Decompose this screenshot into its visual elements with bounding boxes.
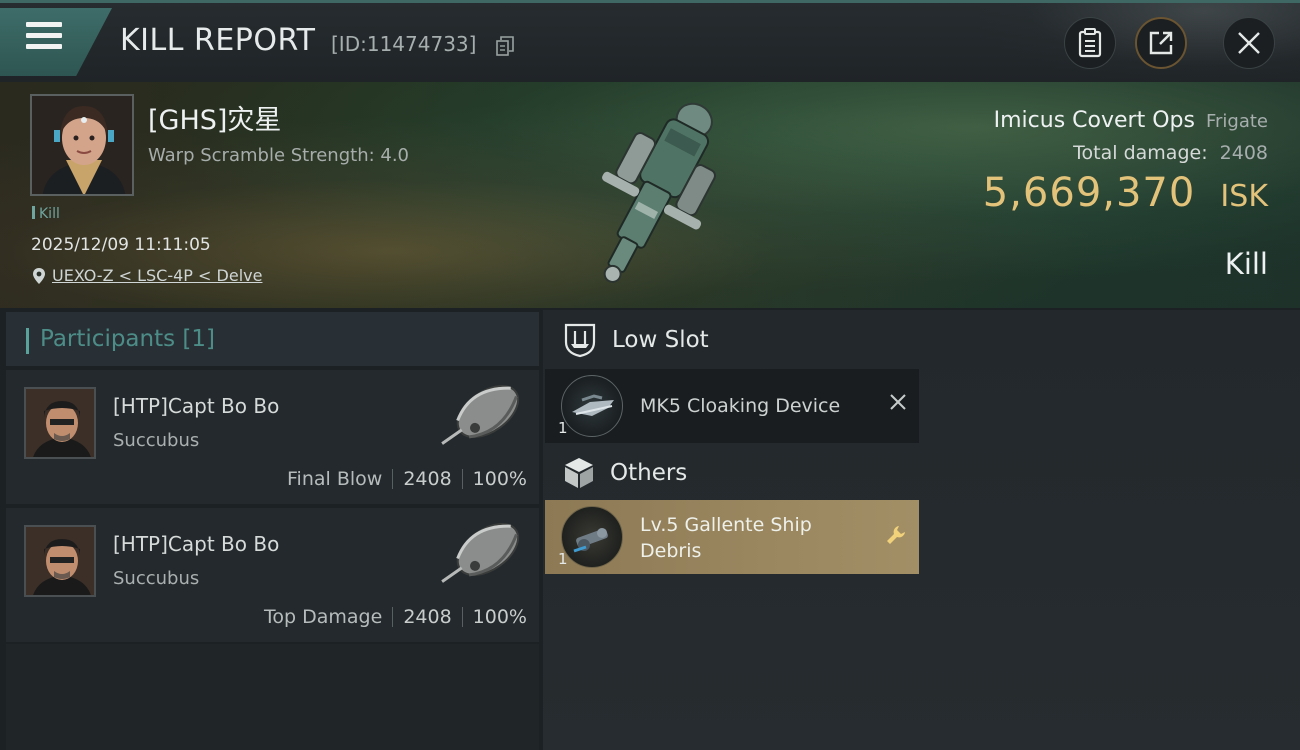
module-icon [561, 375, 623, 437]
cube-icon [565, 458, 593, 488]
participant-role: Final Blow [287, 468, 383, 490]
page-title: KILL REPORT [120, 23, 316, 58]
clipboard-button[interactable] [1064, 17, 1116, 69]
x-icon [890, 394, 906, 410]
warp-scramble-strength: Warp Scramble Strength: 4.0 [148, 145, 410, 166]
participant-damage: 2408 [403, 468, 452, 490]
participant-name: [HTP]Capt Bo Bo [113, 394, 280, 418]
victim-ship-name: Imicus Covert Ops [993, 108, 1195, 133]
victim-ship-type: Imicus Covert Ops Frigate [994, 108, 1268, 133]
empty-participant-area [6, 644, 539, 750]
clipboard-icon [1078, 28, 1102, 58]
low-slot-title: Low Slot [612, 327, 709, 353]
participant-percent: 100% [472, 606, 527, 628]
victim-ship-image [602, 102, 717, 283]
total-damage-label: Total damage: [1073, 142, 1208, 164]
item-name: MK5 Cloaking Device [640, 395, 841, 417]
close-icon [1238, 32, 1260, 54]
location-link[interactable]: UEXO-Z < LSC-4P < Delve [32, 266, 262, 285]
fitting-item-cloaking-device[interactable]: 1 MK5 Cloaking Device [545, 369, 919, 443]
close-button[interactable] [1223, 17, 1275, 69]
avatar [32, 96, 132, 194]
divider [461, 469, 463, 489]
isk-value: 5,669,370 [982, 170, 1196, 216]
avatar [24, 387, 96, 459]
participants-title: Participants [1] [40, 326, 215, 352]
victim-pilot-name: [GHS]灾星 [148, 105, 282, 136]
menu-icon [26, 22, 62, 52]
copy-icon[interactable] [496, 36, 514, 56]
others-header: Others [562, 456, 687, 490]
total-damage-value: 2408 [1219, 142, 1268, 164]
total-damage: Total damage: 2408 [1073, 142, 1268, 164]
share-button[interactable] [1135, 17, 1187, 69]
participant-damage: 2408 [403, 606, 452, 628]
shield-slot-icon [564, 323, 596, 358]
fitting-item-ship-debris[interactable]: 1 Lv.5 Gallente Ship Debris [545, 500, 919, 574]
divider [461, 607, 463, 627]
item-quantity: 1 [558, 550, 568, 568]
participant-percent: 100% [472, 468, 527, 490]
participant-ship-image [441, 385, 520, 445]
participant-row[interactable]: [HTP]Capt Bo Bo Succubus Top Damage 2408… [6, 508, 539, 642]
header-accent-bar [26, 328, 29, 354]
wrench-icon[interactable] [885, 524, 907, 546]
report-id: [ID:11474733] [331, 32, 477, 56]
isk-loss: 5,669,370 ISK [983, 170, 1268, 216]
kill-datetime: 2025/12/09 11:11:05 [31, 235, 211, 255]
participant-ship-image [441, 523, 520, 583]
isk-unit: ISK [1220, 179, 1268, 214]
item-quantity: 1 [558, 419, 568, 437]
avatar [24, 525, 96, 597]
participant-stats: Top Damage 2408 100% [264, 606, 527, 628]
participant-stats: Final Blow 2408 100% [287, 468, 527, 490]
victim-ship-class: Frigate [1205, 111, 1268, 132]
participant-ship: Succubus [113, 568, 200, 589]
victim-portrait[interactable] [30, 94, 134, 196]
item-icon [561, 506, 623, 568]
divider [392, 607, 394, 627]
participant-name: [HTP]Capt Bo Bo [113, 532, 280, 556]
result-label: Kill [1224, 247, 1268, 281]
location-pin-icon [33, 267, 45, 284]
low-slot-header: Low Slot [562, 322, 709, 358]
divider [392, 469, 394, 489]
kill-tag: Kill [32, 206, 60, 222]
participant-ship: Succubus [113, 430, 200, 451]
others-title: Others [610, 460, 688, 486]
participant-role: Top Damage [264, 606, 383, 628]
participants-header: Participants [1] [6, 312, 539, 366]
share-icon [1149, 31, 1173, 55]
item-name-line1: Lv.5 Gallente Ship [640, 514, 812, 536]
location-text: UEXO-Z < LSC-4P < Delve [52, 266, 263, 285]
participant-row[interactable]: [HTP]Capt Bo Bo Succubus Final Blow 2408… [6, 370, 539, 504]
item-name-line2: Debris [640, 540, 702, 562]
